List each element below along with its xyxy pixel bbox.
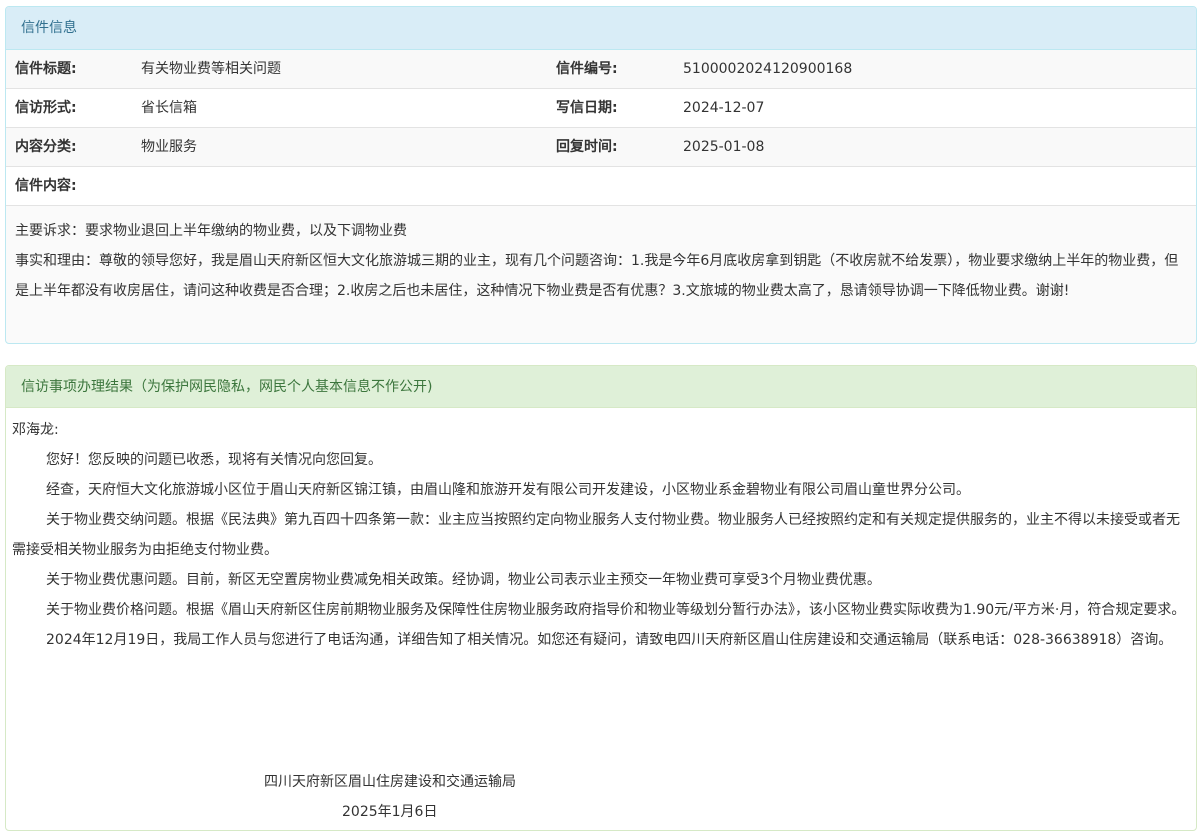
letter-number-label: 信件编号: <box>556 61 618 77</box>
reply-paragraph: 您好！您反映的问题已收悉，现将有关情况向您回复。 <box>46 452 382 468</box>
reply-time-label: 回复时间: <box>556 139 618 155</box>
signature-date: 2025年1月6日 <box>342 804 438 820</box>
letter-number-value: 5100002024120900168 <box>683 61 853 77</box>
reply-paragraph: 关于物业费优惠问题。目前，新区无空置房物业费减免相关政策。经协调，物业公司表示业… <box>46 572 881 588</box>
reply-paragraph: 2024年12月19日，我局工作人员与您进行了电话沟通，详细告知了相关情况。如您… <box>46 632 1173 648</box>
write-date-value: 2024-12-07 <box>683 100 765 116</box>
signature-organization: 四川天府新区眉山住房建设和交通运输局 <box>264 774 516 790</box>
facts-reasons-text: 事实和理由：尊敬的领导您好，我是眉山天府新区恒大文化旅游城三期的业主，现有几个问… <box>15 253 1179 299</box>
letter-title-value: 有关物业费等相关问题 <box>141 61 281 77</box>
reply-time-value: 2025-01-08 <box>683 139 765 155</box>
info-row-title: 信件标题: 有关物业费等相关问题 信件编号: 51000020241209001… <box>6 50 1196 89</box>
content-category-value: 物业服务 <box>141 139 197 155</box>
petition-form-value: 省长信箱 <box>141 100 197 116</box>
content-category-label: 内容分类: <box>15 139 77 155</box>
reply-paragraph: 关于物业费交纳问题。根据《民法典》第九百四十四条第一款：业主应当按照约定向物业服… <box>12 512 1180 558</box>
letter-info-heading: 信件信息 <box>6 7 1196 50</box>
reply-heading: 信访事项办理结果（为保护网民隐私，网民个人基本信息不作公开) <box>6 366 1196 408</box>
letter-info-panel: 信件信息 信件标题: 有关物业费等相关问题 信件编号: 510000202412… <box>5 6 1197 344</box>
letter-content-body: 主要诉求：要求物业退回上半年缴纳的物业费，以及下调物业费 事实和理由：尊敬的领导… <box>6 207 1196 306</box>
petition-form-label: 信访形式: <box>15 100 77 116</box>
reply-paragraph: 经查，天府恒大文化旅游城小区位于眉山天府新区锦江镇，由眉山隆和旅游开发有限公司开… <box>46 482 970 498</box>
reply-paragraph: 关于物业费价格问题。根据《眉山天府新区住房前期物业服务及保障性住房物业服务政府指… <box>46 602 1186 618</box>
reply-panel: 信访事项办理结果（为保护网民隐私，网民个人基本信息不作公开) 邓海龙: 您好！您… <box>5 365 1197 831</box>
info-row-content: 信件内容: <box>6 167 1196 206</box>
info-row-category: 内容分类: 物业服务 回复时间: 2025-01-08 <box>6 128 1196 167</box>
reply-salutation: 邓海龙: <box>12 422 59 438</box>
letter-content-label: 信件内容: <box>15 178 77 194</box>
main-demand-text: 主要诉求：要求物业退回上半年缴纳的物业费，以及下调物业费 <box>15 223 407 239</box>
write-date-label: 写信日期: <box>556 100 618 116</box>
reply-body: 邓海龙: 您好！您反映的问题已收悉，现将有关情况向您回复。 经查，天府恒大文化旅… <box>6 408 1196 655</box>
info-row-form: 信访形式: 省长信箱 写信日期: 2024-12-07 <box>6 89 1196 128</box>
letter-title-label: 信件标题: <box>15 61 77 77</box>
